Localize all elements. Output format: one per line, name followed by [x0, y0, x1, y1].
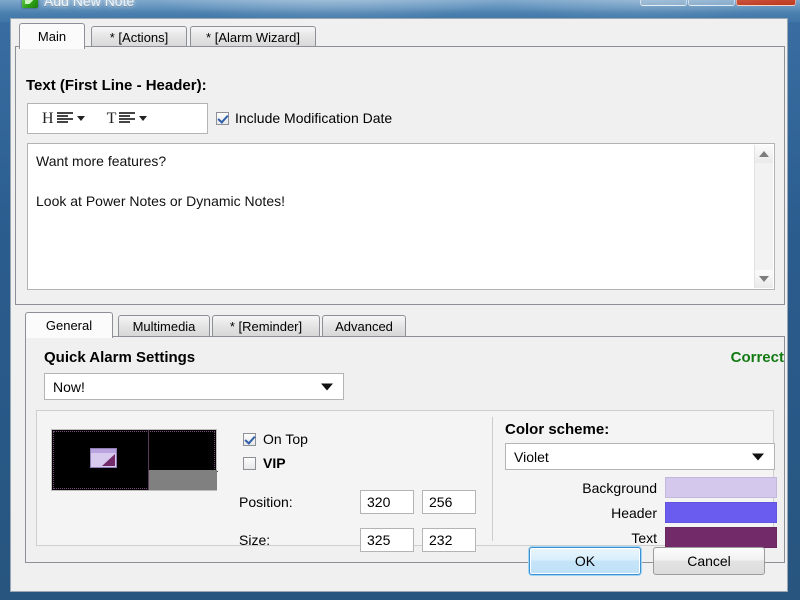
tab-multimedia[interactable]: Multimedia [118, 315, 210, 336]
note-placement-group: On Top VIP Position: 320 256 Size: 325 2… [36, 410, 777, 552]
window-frame: Add New Note Main * [Actions] * [Alarm W… [0, 0, 800, 600]
note-text-content[interactable]: Want more features? Look at Power Notes … [36, 151, 750, 211]
ok-button[interactable]: OK [529, 547, 641, 575]
tab-advanced-label: Advanced [335, 318, 393, 334]
general-tab-strip: General Multimedia * [Reminder] Advanced [25, 312, 785, 338]
tab-reminder[interactable]: * [Reminder] [212, 315, 320, 336]
vertical-divider [492, 417, 493, 541]
vip-label: VIP [263, 455, 286, 471]
checkbox-box[interactable] [243, 456, 256, 470]
tab-general-label: General [45, 318, 93, 333]
tab-main[interactable]: Main [19, 23, 85, 49]
tab-multimedia-label: Multimedia [132, 318, 196, 334]
quick-alarm-selected-value: Now! [53, 378, 85, 395]
dialog-client-area: Main * [Actions] * [Alarm Wizard] Text (… [10, 18, 788, 592]
tab-main-label: Main [37, 29, 67, 44]
align-left-icon[interactable] [56, 112, 74, 125]
text-header-label: Text (First Line - Header): [26, 77, 207, 94]
general-tab-panel: Quick Alarm Settings Correct Now! On Top… [25, 337, 785, 563]
window-controls [640, 0, 796, 6]
chevron-down-icon[interactable] [139, 116, 148, 121]
text-letter-label: T [106, 109, 117, 127]
scroll-up-arrow-icon[interactable] [755, 145, 773, 163]
preview-note-thumbnail[interactable] [90, 448, 117, 468]
color-scheme-select[interactable]: Violet [505, 443, 775, 470]
maximize-button[interactable] [688, 0, 735, 6]
main-tab-panel: Text (First Line - Header): H T Include … [15, 47, 785, 305]
vip-checkbox[interactable]: VIP [243, 455, 286, 471]
include-modification-date-label: Include Modification Date [235, 110, 393, 126]
on-top-label: On Top [263, 431, 308, 447]
tab-advanced[interactable]: Advanced [322, 315, 406, 336]
include-modification-date-checkbox[interactable]: Include Modification Date [216, 110, 392, 126]
tab-general[interactable]: General [25, 312, 113, 338]
chevron-down-icon[interactable] [76, 116, 85, 121]
align-left-icon[interactable] [118, 112, 136, 125]
tab-actions-label: * [Actions] [109, 29, 169, 45]
close-button[interactable] [736, 0, 796, 6]
color-background-label: Background [582, 479, 657, 496]
header-format-group[interactable]: H [28, 110, 93, 128]
position-y-input[interactable]: 256 [422, 490, 476, 514]
checkbox-box[interactable] [216, 111, 229, 125]
color-background-swatch[interactable] [665, 477, 777, 498]
position-label: Position: [239, 494, 293, 510]
dialog-footer: OK Cancel [11, 535, 789, 591]
color-row-header: Header [505, 502, 777, 523]
chevron-down-icon[interactable] [752, 453, 764, 460]
status-badge: Correct [730, 349, 784, 366]
editor-scrollbar[interactable] [754, 145, 773, 288]
color-scheme-selected-value: Violet [514, 448, 549, 465]
format-toolbar: H T [27, 103, 208, 134]
tab-alarm-wizard-label: * [Alarm Wizard] [206, 29, 300, 45]
tab-alarm-wizard[interactable]: * [Alarm Wizard] [190, 26, 316, 47]
tab-actions[interactable]: * [Actions] [91, 26, 187, 47]
quick-alarm-select[interactable]: Now! [44, 373, 344, 400]
color-row-background: Background [505, 477, 777, 498]
note-text-editor[interactable]: Want more features? Look at Power Notes … [27, 143, 775, 290]
quick-alarm-settings-title: Quick Alarm Settings [44, 349, 196, 366]
main-tab-strip: Main * [Actions] * [Alarm Wizard] [15, 23, 785, 49]
tab-reminder-label: * [Reminder] [229, 318, 303, 334]
on-top-checkbox[interactable]: On Top [243, 431, 308, 447]
chevron-down-icon[interactable] [321, 383, 333, 390]
color-scheme-label: Color scheme: [505, 421, 610, 438]
scroll-down-arrow-icon[interactable] [755, 270, 773, 288]
note-app-icon [22, 0, 38, 8]
cancel-button[interactable]: Cancel [653, 547, 765, 575]
position-x-input[interactable]: 320 [360, 490, 414, 514]
minimize-button[interactable] [640, 0, 687, 6]
preview-note-header [91, 449, 116, 453]
preview-taskbar [149, 470, 217, 490]
header-letter-label: H [42, 109, 54, 127]
color-header-swatch[interactable] [665, 502, 777, 523]
window-title: Add New Note [44, 0, 135, 9]
text-format-group[interactable]: T [93, 110, 156, 128]
preview-note-mark [102, 454, 115, 466]
screen-position-preview[interactable] [51, 429, 218, 491]
checkbox-box[interactable] [243, 432, 256, 446]
color-header-label: Header [611, 504, 657, 521]
